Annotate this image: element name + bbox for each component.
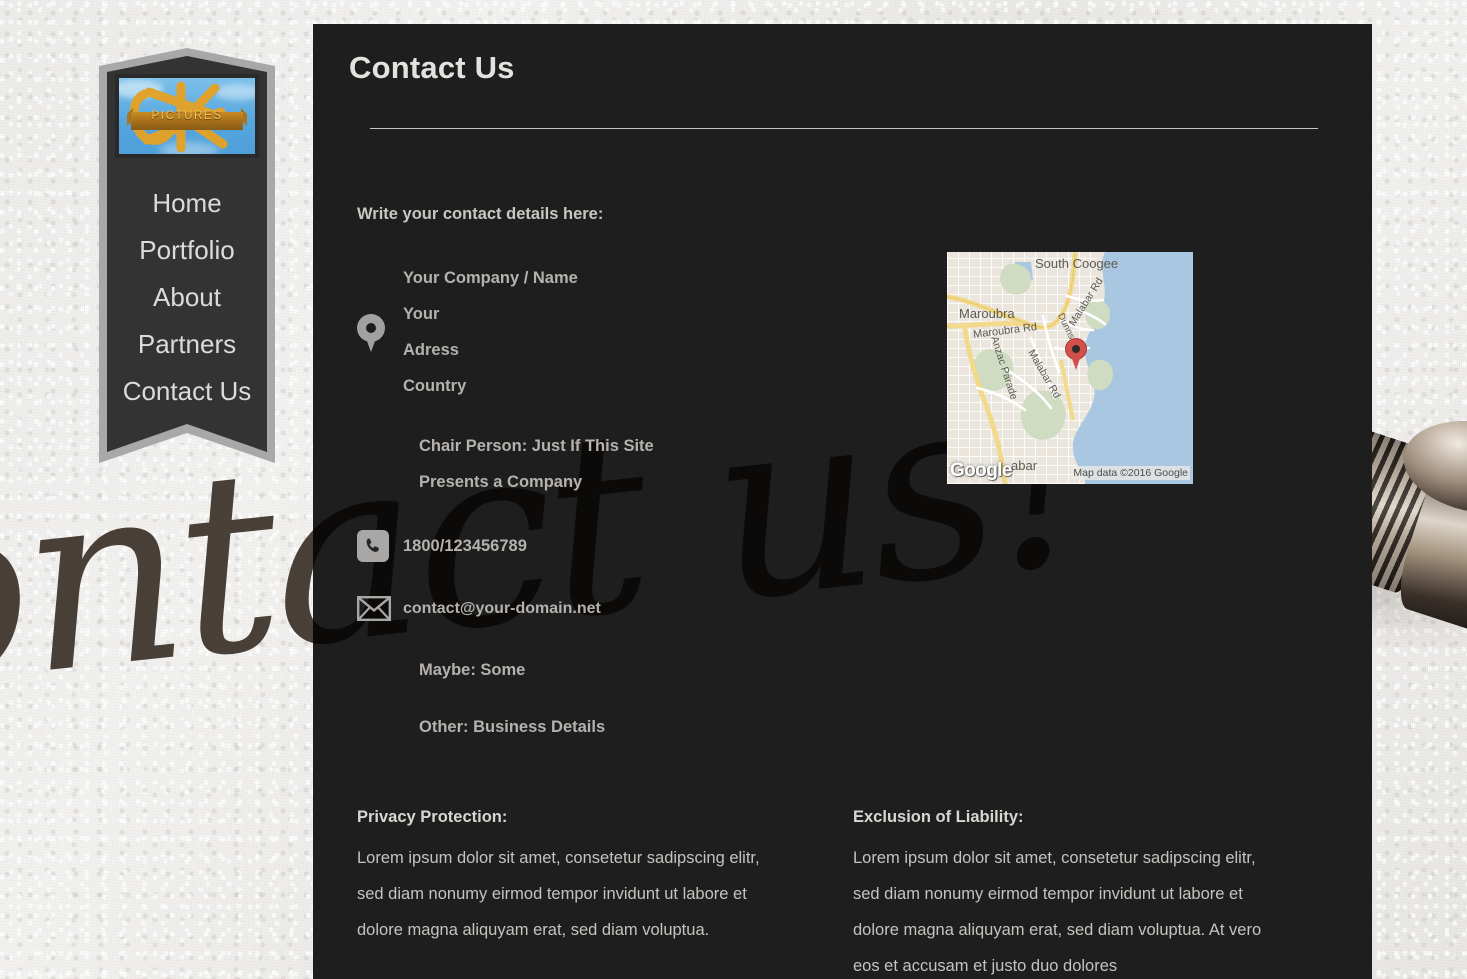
sidebar-item-home[interactable]: Home <box>99 180 275 227</box>
write-details-heading: Write your contact details here: <box>357 205 604 223</box>
google-logo: Google <box>950 460 1012 481</box>
address-line-street2: Adress <box>403 341 459 359</box>
sidebar: PICTURES Home Portfolio About Partners C… <box>99 48 275 463</box>
contact-details-block: Your Company / Name Your Adress Country … <box>357 260 977 737</box>
address-lines: Your Company / Name Your Adress Country <box>403 260 578 404</box>
extra-line-other: Other: Business Details <box>419 718 606 736</box>
address-row: Your Company / Name Your Adress Country <box>357 260 977 404</box>
chair-person-line-1: Chair Person: Just If This Site <box>419 437 654 455</box>
chair-person-block: Chair Person: Just If This Site Presents… <box>357 428 977 500</box>
logo-image: PICTURES <box>119 78 255 154</box>
exclusion-of-liability-title: Exclusion of Liability: <box>853 808 1024 826</box>
logo-ribbon-text: PICTURES <box>151 110 223 122</box>
chair-person-line-2: Presents a Company <box>419 473 583 491</box>
title-divider <box>370 128 1318 129</box>
map-attribution: Map data ©2016 Google <box>1071 466 1190 480</box>
phone-icon <box>357 530 403 562</box>
google-map-embed[interactable]: South Coogee Maroubra Maroubra Rd Malaba… <box>947 252 1193 484</box>
sidebar-nav: Home Portfolio About Partners Contact Us <box>99 180 275 415</box>
sidebar-item-about[interactable]: About <box>99 274 275 321</box>
extra-line-maybe: Maybe: Some <box>419 661 526 679</box>
privacy-protection-title: Privacy Protection: <box>357 808 508 826</box>
sidebar-item-contact-us[interactable]: Contact Us <box>99 368 275 415</box>
email-address[interactable]: contact@your-domain.net <box>403 600 601 618</box>
address-line-street1: Your <box>403 305 440 323</box>
email-row: contact@your-domain.net <box>357 596 977 621</box>
map-label: South Coogee <box>1035 256 1119 271</box>
map-label: Maroubra <box>959 306 1015 321</box>
address-line-company: Your Company / Name <box>403 269 578 287</box>
location-pin-icon <box>357 312 403 352</box>
envelope-icon <box>357 596 403 621</box>
legal-columns: Privacy Protection: Lorem ipsum dolor si… <box>357 808 1337 979</box>
sidebar-item-portfolio[interactable]: Portfolio <box>99 227 275 274</box>
privacy-protection-body: Lorem ipsum dolor sit amet, consetetur s… <box>357 849 760 939</box>
logo-frame: PICTURES <box>115 74 259 158</box>
phone-row: 1800/123456789 <box>357 530 977 562</box>
page-title: Contact Us <box>349 50 515 85</box>
phone-number[interactable]: 1800/123456789 <box>403 537 527 556</box>
sidebar-item-partners[interactable]: Partners <box>99 321 275 368</box>
address-line-country: Country <box>403 377 467 395</box>
main-content-panel: ontact us! Contact Us Write your contact… <box>313 24 1372 979</box>
legal-column-privacy: Privacy Protection: Lorem ipsum dolor si… <box>357 808 775 979</box>
legal-column-liability: Exclusion of Liability: Lorem ipsum dolo… <box>853 808 1271 979</box>
map-canvas: South Coogee Maroubra Maroubra Rd Malaba… <box>947 252 1193 484</box>
map-label: abar <box>1011 458 1038 473</box>
exclusion-of-liability-body: Lorem ipsum dolor sit amet, consetetur s… <box>853 849 1262 975</box>
map-location-marker[interactable] <box>1065 338 1087 370</box>
